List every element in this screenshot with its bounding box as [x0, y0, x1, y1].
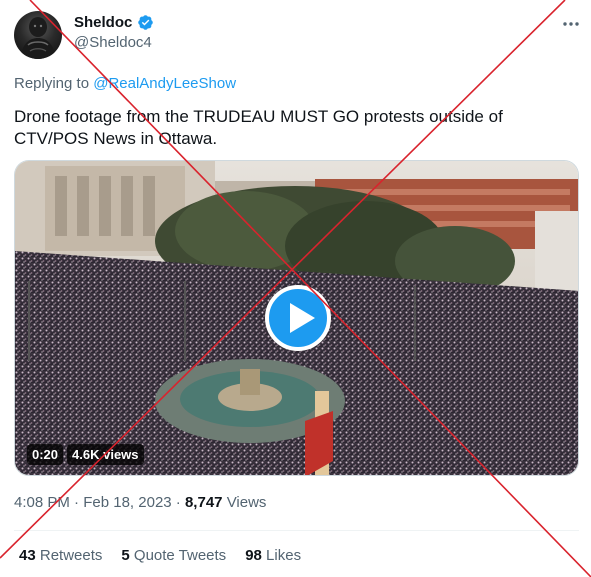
tweet-metadata: 4:08 PM · Feb 18, 2023 · 8,747 Views	[14, 494, 266, 511]
play-icon	[290, 303, 315, 333]
video-badges: 0:20 4.6K views	[27, 444, 144, 465]
likes-stat[interactable]: 98 Likes	[245, 547, 301, 564]
avatar[interactable]	[14, 11, 62, 59]
tweet-time[interactable]: 4:08 PM	[14, 494, 70, 511]
play-button[interactable]	[265, 285, 331, 351]
replying-to-label: Replying to	[14, 75, 94, 92]
reply-mention-link[interactable]: @RealAndyLeeShow	[93, 75, 236, 92]
meta-separator: ·	[175, 494, 181, 511]
quote-tweets-stat[interactable]: 5 Quote Tweets	[121, 547, 226, 564]
verified-badge-icon	[138, 15, 153, 30]
video-views-badge: 4.6K views	[67, 444, 144, 465]
replying-to: Replying to @RealAndyLeeShow	[14, 75, 236, 92]
video-duration: 0:20	[27, 444, 64, 465]
engagement-stats: 43 Retweets 5 Quote Tweets 98 Likes	[19, 547, 320, 564]
more-options-icon[interactable]	[561, 14, 581, 34]
tweet-date[interactable]: Feb 18, 2023	[83, 494, 171, 511]
user-handle[interactable]: @Sheldoc4	[74, 34, 152, 51]
divider	[14, 530, 579, 531]
views-label: Views	[226, 494, 267, 511]
retweets-stat[interactable]: 43 Retweets	[19, 547, 102, 564]
display-name[interactable]: Sheldoc	[74, 14, 132, 31]
meta-separator: ·	[74, 494, 80, 511]
tweet-text: Drone footage from the TRUDEAU MUST GO p…	[14, 107, 503, 148]
views-count: 8,747	[184, 494, 223, 511]
video-player[interactable]: 0:20 4.6K views	[14, 160, 579, 476]
